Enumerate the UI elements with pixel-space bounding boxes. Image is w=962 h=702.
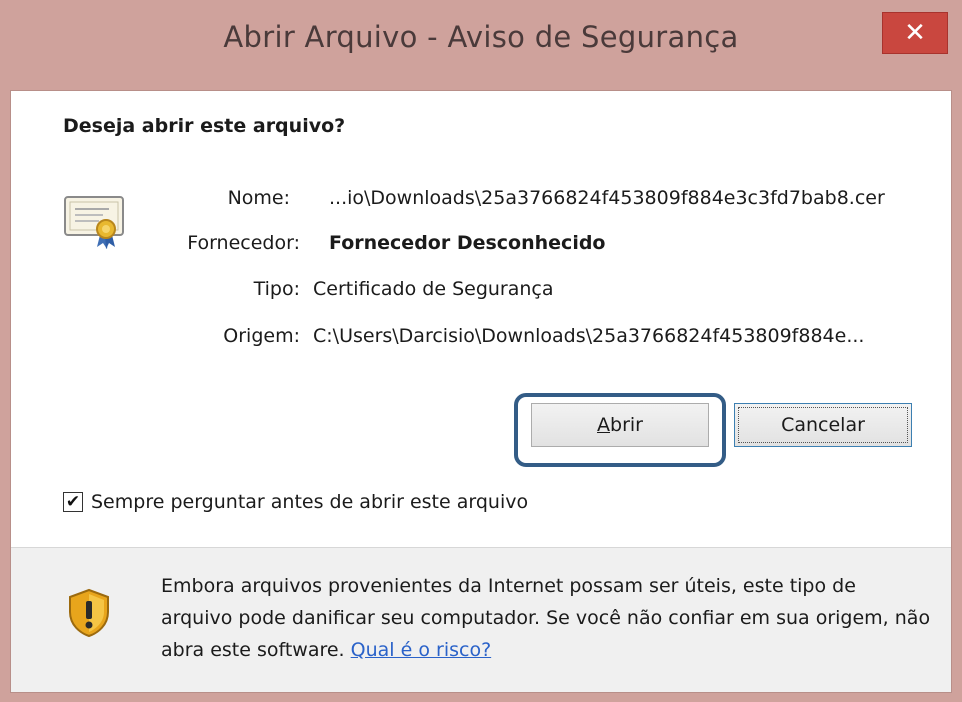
info-row-origin: Origem: C:\Users\Darcisio\Downloads\25a3… (11, 325, 953, 355)
name-value: ...io\Downloads\25a3766824f453809f884e3c… (329, 187, 885, 209)
always-ask-checkbox[interactable]: ✔ (63, 492, 83, 512)
always-ask-row[interactable]: ✔ Sempre perguntar antes de abrir este a… (63, 489, 528, 515)
warning-text: Embora arquivos provenientes da Internet… (161, 575, 931, 661)
type-label: Tipo: (253, 278, 300, 300)
security-warning-dialog: Abrir Arquivo - Aviso de Segurança ✕ Des… (0, 0, 962, 702)
info-row-publisher: Fornecedor: Fornecedor Desconhecido (11, 232, 953, 262)
info-row-type: Tipo: Certificado de Segurança (11, 278, 953, 308)
publisher-label: Fornecedor: (187, 232, 300, 254)
title-bar[interactable]: Abrir Arquivo - Aviso de Segurança ✕ (0, 0, 962, 90)
dialog-question: Deseja abrir este arquivo? (63, 115, 346, 137)
open-button-label: Abrir (597, 414, 643, 436)
publisher-value: Fornecedor Desconhecido (329, 232, 606, 254)
warning-message: Embora arquivos provenientes da Internet… (161, 570, 931, 666)
dialog-body: Deseja abrir este arquivo? Nome: ...io\D… (10, 90, 952, 693)
risk-link[interactable]: Qual é o risco? (351, 639, 492, 661)
name-label: Nome: (227, 187, 290, 209)
origin-value: C:\Users\Darcisio\Downloads\25a3766824f4… (313, 325, 865, 347)
shield-warning-icon (69, 588, 109, 638)
info-row-name: Nome: ...io\Downloads\25a3766824f453809f… (11, 187, 953, 217)
origin-label: Origem: (223, 325, 300, 347)
close-icon: ✕ (904, 18, 926, 48)
open-button[interactable]: Abrir (531, 403, 709, 447)
warning-footer: Embora arquivos provenientes da Internet… (11, 547, 951, 692)
checkmark-icon: ✔ (65, 491, 81, 512)
close-button[interactable]: ✕ (882, 12, 948, 54)
cancel-button[interactable]: Cancelar (734, 403, 912, 447)
type-value: Certificado de Segurança (313, 278, 554, 300)
cancel-focus-dots (738, 407, 908, 443)
window-title: Abrir Arquivo - Aviso de Segurança (223, 20, 739, 54)
always-ask-label[interactable]: Sempre perguntar antes de abrir este arq… (91, 491, 528, 513)
